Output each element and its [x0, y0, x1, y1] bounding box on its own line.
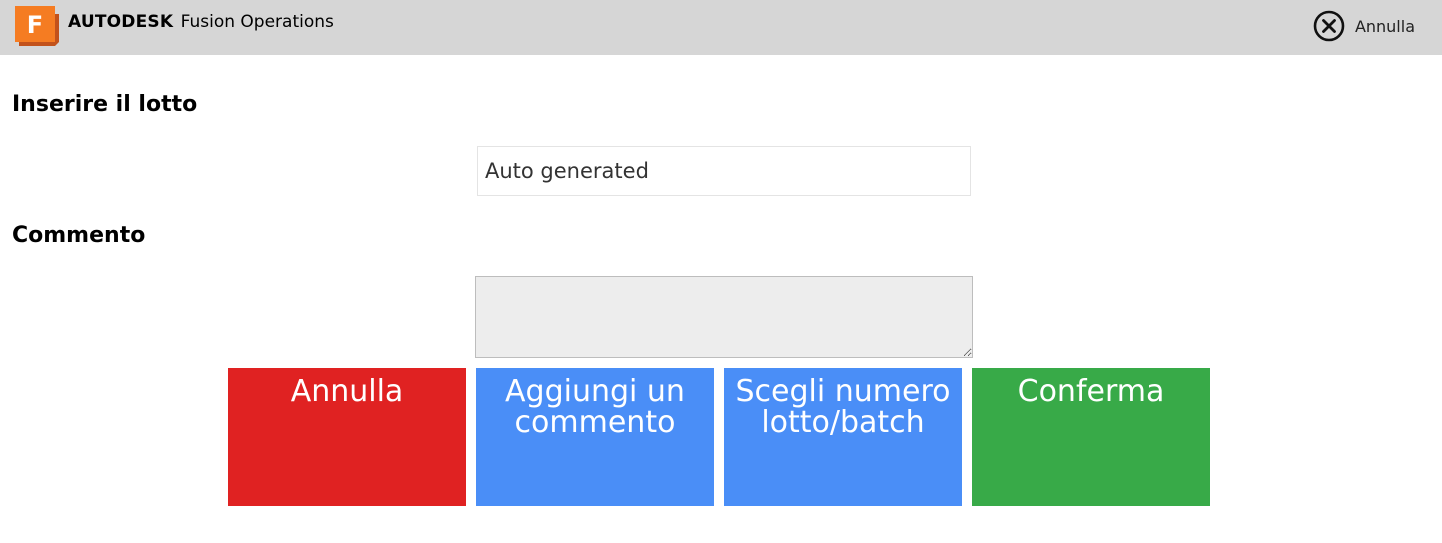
product-name: Fusion Operations [180, 12, 334, 32]
close-circle-icon [1313, 10, 1345, 42]
logo-letter: F [27, 11, 43, 39]
header-cancel-button[interactable]: Annulla [1313, 10, 1415, 42]
top-bar: F AUTODESK Fusion Operations Annulla [0, 0, 1442, 55]
header-cancel-label: Annulla [1354, 16, 1415, 36]
fusion-logo-icon: F [15, 6, 59, 46]
comment-label: Commento [12, 223, 146, 248]
app-title: AUTODESK Fusion Operations [68, 11, 334, 33]
confirm-button[interactable]: Conferma [972, 368, 1210, 506]
company-name: AUTODESK [68, 12, 174, 32]
lot-label: Inserire il lotto [12, 92, 198, 117]
comment-textarea[interactable] [475, 276, 973, 358]
lot-input[interactable] [477, 146, 971, 196]
cancel-button[interactable]: Annulla [228, 368, 466, 506]
choose-lot-button[interactable]: Scegli numero lotto/batch [724, 368, 962, 506]
add-comment-button[interactable]: Aggiungi un commento [476, 368, 714, 506]
